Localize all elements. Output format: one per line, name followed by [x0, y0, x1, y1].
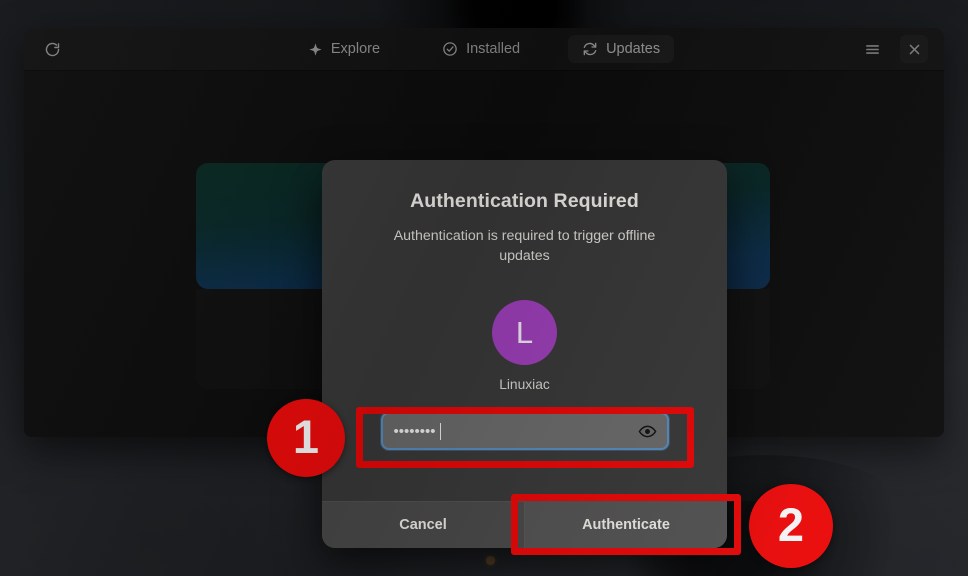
refresh-sync-icon [582, 41, 598, 57]
cancel-button[interactable]: Cancel [322, 502, 524, 548]
headerbar-right [824, 35, 944, 63]
dialog-body: Authentication Required Authentication i… [322, 160, 727, 501]
tab-installed[interactable]: Installed [428, 35, 534, 63]
tab-explore[interactable]: Explore [294, 35, 394, 63]
sparkle-icon [308, 42, 323, 57]
user-name-label: Linuxiac [499, 377, 550, 393]
refresh-icon[interactable] [38, 35, 66, 63]
headerbar-left [24, 35, 144, 63]
tab-updates-label: Updates [606, 41, 661, 57]
check-circle-icon [442, 41, 458, 57]
dialog-message: Authentication is required to trigger of… [393, 228, 656, 264]
tab-updates[interactable]: Updates [568, 35, 675, 63]
avatar-initial: L [515, 315, 534, 351]
text-caret [439, 422, 442, 440]
headerbar-tabs: Explore Installed Updates [144, 35, 824, 63]
close-icon[interactable] [900, 35, 928, 63]
wallpaper-dot [486, 556, 495, 565]
authenticate-button[interactable]: Authenticate [524, 502, 727, 548]
annotation-badge-2: 2 [749, 484, 833, 568]
password-row: •••••••• [356, 412, 693, 451]
dialog-footer: Cancel Authenticate [322, 501, 727, 548]
tab-explore-label: Explore [330, 41, 381, 57]
desktop-background: Explore Installed Updates Authentication… [0, 0, 968, 576]
password-masked-value: •••••••• [393, 422, 436, 440]
hamburger-menu-icon[interactable] [858, 35, 886, 63]
avatar: L [492, 300, 557, 366]
eye-icon[interactable] [637, 420, 659, 442]
headerbar: Explore Installed Updates [24, 28, 944, 71]
dialog-title: Authentication Required [410, 190, 639, 212]
password-input[interactable]: •••••••• [380, 412, 669, 451]
authentication-dialog: Authentication Required Authentication i… [322, 160, 727, 548]
tab-installed-label: Installed [466, 41, 521, 57]
